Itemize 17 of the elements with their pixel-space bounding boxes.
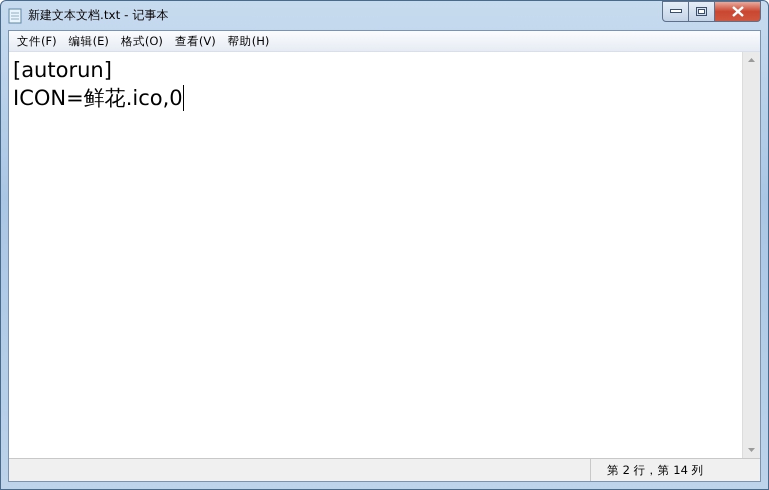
text-line: ICON=鲜花.ico,0 — [13, 85, 183, 112]
menu-item[interactable]: 文件(F) — [11, 34, 63, 48]
notepad-icon — [8, 8, 22, 24]
window-title: 新建文本文档.txt - 记事本 — [28, 7, 170, 24]
minimize-icon — [670, 9, 682, 14]
text-cursor — [182, 85, 184, 111]
menu-item[interactable]: 查看(V) — [168, 34, 222, 48]
menu-item[interactable]: 编辑(E) — [62, 34, 115, 48]
cursor-position: 第 2 行，第 14 列 — [607, 462, 704, 478]
maximize-icon — [696, 7, 707, 16]
close-icon — [730, 6, 744, 17]
menu-item[interactable]: 帮助(H) — [222, 34, 276, 48]
text-line: [autorun] — [13, 57, 112, 84]
menu-item[interactable]: 格式(O) — [114, 34, 169, 48]
minimize-button[interactable] — [662, 1, 689, 22]
close-button[interactable] — [715, 1, 761, 22]
maximize-button[interactable] — [689, 1, 715, 22]
